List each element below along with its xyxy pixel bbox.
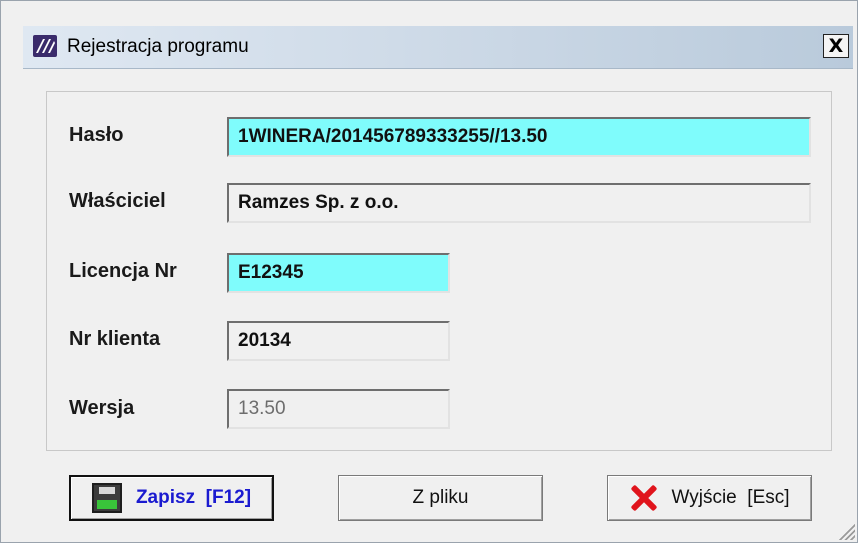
exit-button[interactable]: Wyjście [Esc] xyxy=(607,475,812,521)
password-field[interactable]: 1WINERA/201456789333255//13.50 xyxy=(227,117,811,157)
license-number-field[interactable]: E12345 xyxy=(227,253,450,293)
from-file-button[interactable]: Z pliku xyxy=(338,475,543,521)
close-icon: X xyxy=(828,34,844,57)
title-bar[interactable]: Rejestracja programu X xyxy=(23,26,853,69)
registration-dialog: Rejestracja programu X Hasło 1WINERA/201… xyxy=(0,0,858,543)
save-button[interactable]: Zapisz [F12] xyxy=(69,475,274,521)
from-file-button-label: Z pliku xyxy=(412,487,469,508)
version-field: 13.50 xyxy=(227,389,450,429)
program-logo-icon xyxy=(33,35,57,57)
client-number-field[interactable]: 20134 xyxy=(227,321,450,361)
owner-label: Właściciel xyxy=(69,190,166,212)
password-label: Hasło xyxy=(69,124,124,146)
client-number-label: Nr klienta xyxy=(69,328,161,350)
floppy-disk-icon xyxy=(91,483,122,513)
license-number-label: Licencja Nr xyxy=(69,260,177,282)
owner-field[interactable]: Ramzes Sp. z o.o. xyxy=(227,183,811,223)
exit-button-label: Wyjście [Esc] xyxy=(671,487,790,508)
resize-grip-icon[interactable] xyxy=(837,522,855,540)
version-label: Wersja xyxy=(69,397,135,419)
save-button-label: Zapisz [F12] xyxy=(135,487,252,508)
close-button[interactable]: X xyxy=(823,34,849,58)
red-x-icon xyxy=(629,483,659,513)
window-title: Rejestracja programu xyxy=(67,36,249,57)
